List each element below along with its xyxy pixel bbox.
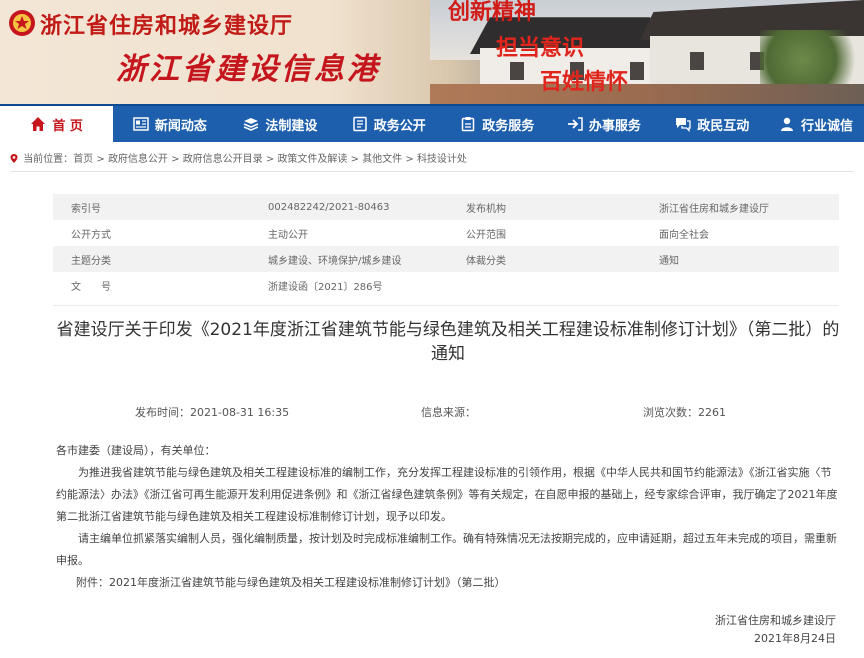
document-icon: [353, 116, 367, 132]
source-label: 信息来源：: [421, 406, 476, 419]
portal-name: 浙江省建设信息港: [116, 52, 380, 87]
banner-window: [510, 62, 524, 80]
arrow-icon: [567, 117, 583, 131]
publish-time: 2021-08-31 16:35: [190, 406, 290, 419]
meta-value: 主动公开: [268, 229, 308, 241]
slogan-innovation: 创新精神: [448, 0, 537, 25]
meta-key: 公开方式: [71, 229, 111, 241]
table-row: 索引号 002482242/2021-80463 发布机构 浙江省住房和城乡建设…: [53, 194, 839, 220]
meta-key: 索引号: [71, 203, 101, 215]
nav-item-label: 政务公开: [373, 118, 426, 134]
breadcrumb-separator: >: [402, 154, 417, 165]
attachment-link[interactable]: 附件：2021年度浙江省建筑节能与绿色建筑及相关工程建设标准制修订计划》（第二批…: [76, 574, 506, 590]
department-name[interactable]: 浙江省住房和城乡建设厅: [40, 8, 293, 40]
meta-key: 主题分类: [71, 255, 111, 267]
meta-value: 浙建设函〔2021〕286号: [268, 281, 383, 293]
salutation: 各市建委（建设局），有关单位：: [56, 444, 216, 457]
nav-item-label: 新闻动态: [154, 118, 207, 134]
breadcrumb: 当前位置：首页 > 政府信息公开 > 政府信息公开目录 > 政策文件及解读 > …: [10, 150, 467, 165]
meta-value: [659, 272, 839, 298]
views-count: 2261: [698, 406, 726, 419]
nav-item-label: 法制建设: [265, 118, 318, 134]
article-title: 省建设厅关于印发《2021年度浙江省建筑节能与绿色建筑及相关工程建设标准制修订计…: [56, 320, 840, 364]
publish-time-label: 发布时间：: [135, 406, 190, 419]
banner-window: [690, 52, 704, 70]
views-label: 浏览次数：: [643, 406, 698, 419]
body-paragraph: 为推进我省建筑节能与绿色建筑及相关工程建设标准的编制工作，充分发挥工程建设标准的…: [56, 466, 838, 523]
header-banner: 浙江省住房和城乡建设厅 浙江省建设信息港 创新精神 担当意识 百姓情怀: [0, 0, 864, 104]
emblem-logo-icon[interactable]: [8, 9, 36, 37]
newspaper-icon: [133, 117, 149, 131]
table-row: 公开方式 主动公开 公开范围 面向全社会: [53, 220, 839, 246]
breadcrumb-link-info-disclosure[interactable]: 政府信息公开: [108, 154, 168, 165]
sign-date: 2021年8月24日: [754, 632, 836, 645]
breadcrumb-separator: >: [262, 154, 278, 165]
document-meta-table: 索引号 002482242/2021-80463 发布机构 浙江省住房和城乡建设…: [53, 194, 839, 298]
meta-key: 文 号: [71, 281, 111, 293]
nav-item-label: 办事服务: [588, 118, 641, 134]
breadcrumb-prefix: 当前位置：: [23, 154, 74, 165]
nav-item-label: 政务服务: [482, 118, 535, 134]
nav-item-gov-services[interactable]: 政务服务: [444, 106, 552, 142]
meta-value: 002482242/2021-80463: [268, 201, 390, 213]
meta-key: 公开范围: [466, 229, 506, 241]
table-row: 文 号 浙建设函〔2021〕286号: [53, 272, 839, 298]
home-icon: [31, 117, 46, 131]
meta-value: 面向全社会: [659, 229, 709, 241]
location-pin-icon: [10, 154, 18, 163]
signature-block: 浙江省住房和城乡建设厅 2021年8月24日: [715, 612, 836, 648]
nav-item-label: 首 页: [52, 118, 83, 134]
breadcrumb-separator: >: [93, 154, 108, 165]
meta-value: 浙江省住房和城乡建设厅: [659, 203, 769, 215]
table-row: 主题分类 城乡建设、环境保护/城乡建设 体裁分类 通知: [53, 246, 839, 272]
nav-item-home[interactable]: 首 页: [0, 106, 114, 142]
slogan-people: 百姓情怀: [540, 69, 629, 95]
banner-ground: [430, 84, 864, 104]
meta-value: 通知: [659, 255, 679, 267]
banner-window: [630, 62, 644, 80]
chat-icon: [676, 118, 691, 132]
meta-key: 发布机构: [466, 203, 506, 215]
meta-key: 体裁分类: [466, 255, 506, 267]
nav-item-affairs[interactable]: 办事服务: [551, 106, 657, 142]
title-divider: [53, 305, 839, 306]
nav-item-open-government[interactable]: 政务公开: [334, 106, 443, 142]
signer: 浙江省住房和城乡建设厅: [715, 614, 836, 627]
breadcrumb-link-other-files[interactable]: 其他文件: [362, 154, 402, 165]
meta-key: [466, 272, 659, 298]
slogan-responsibility: 担当意识: [496, 35, 585, 61]
article-body: 各市建委（建设局），有关单位： 为推进我省建筑节能与绿色建筑及相关工程建设标准的…: [56, 440, 842, 572]
nav-item-label: 政民互动: [697, 118, 750, 134]
nav-item-integrity[interactable]: 行业诚信: [768, 106, 864, 142]
breadcrumb-link-tech-design[interactable]: 科技设计处: [417, 154, 467, 165]
nav-item-news[interactable]: 新闻动态: [113, 106, 226, 142]
breadcrumb-link-policy[interactable]: 政策文件及解读: [277, 154, 347, 165]
layers-icon: [244, 118, 259, 131]
nav-item-legal[interactable]: 法制建设: [227, 106, 335, 142]
meta-value: 城乡建设、环境保护/城乡建设: [268, 255, 402, 267]
person-icon: [780, 117, 793, 131]
breadcrumb-divider: [10, 171, 854, 172]
body-paragraph: 请主编单位抓紧落实编制人员，强化编制质量，按计划及时完成标准编制工作。确有特殊情…: [56, 532, 837, 567]
breadcrumb-separator: >: [347, 154, 363, 165]
breadcrumb-separator: >: [167, 154, 183, 165]
nav-item-interaction[interactable]: 政民互动: [657, 106, 768, 142]
clipboard-icon: [462, 117, 475, 132]
main-nav: 首 页 新闻动态 法制建设 政务公开 政务服务 办事服务 政民互动 行业诚信: [0, 104, 864, 142]
breadcrumb-link-disclosure-catalog[interactable]: 政府信息公开目录: [183, 154, 263, 165]
nav-item-label: 行业诚信: [800, 118, 853, 134]
breadcrumb-link-home[interactable]: 首页: [73, 154, 93, 165]
